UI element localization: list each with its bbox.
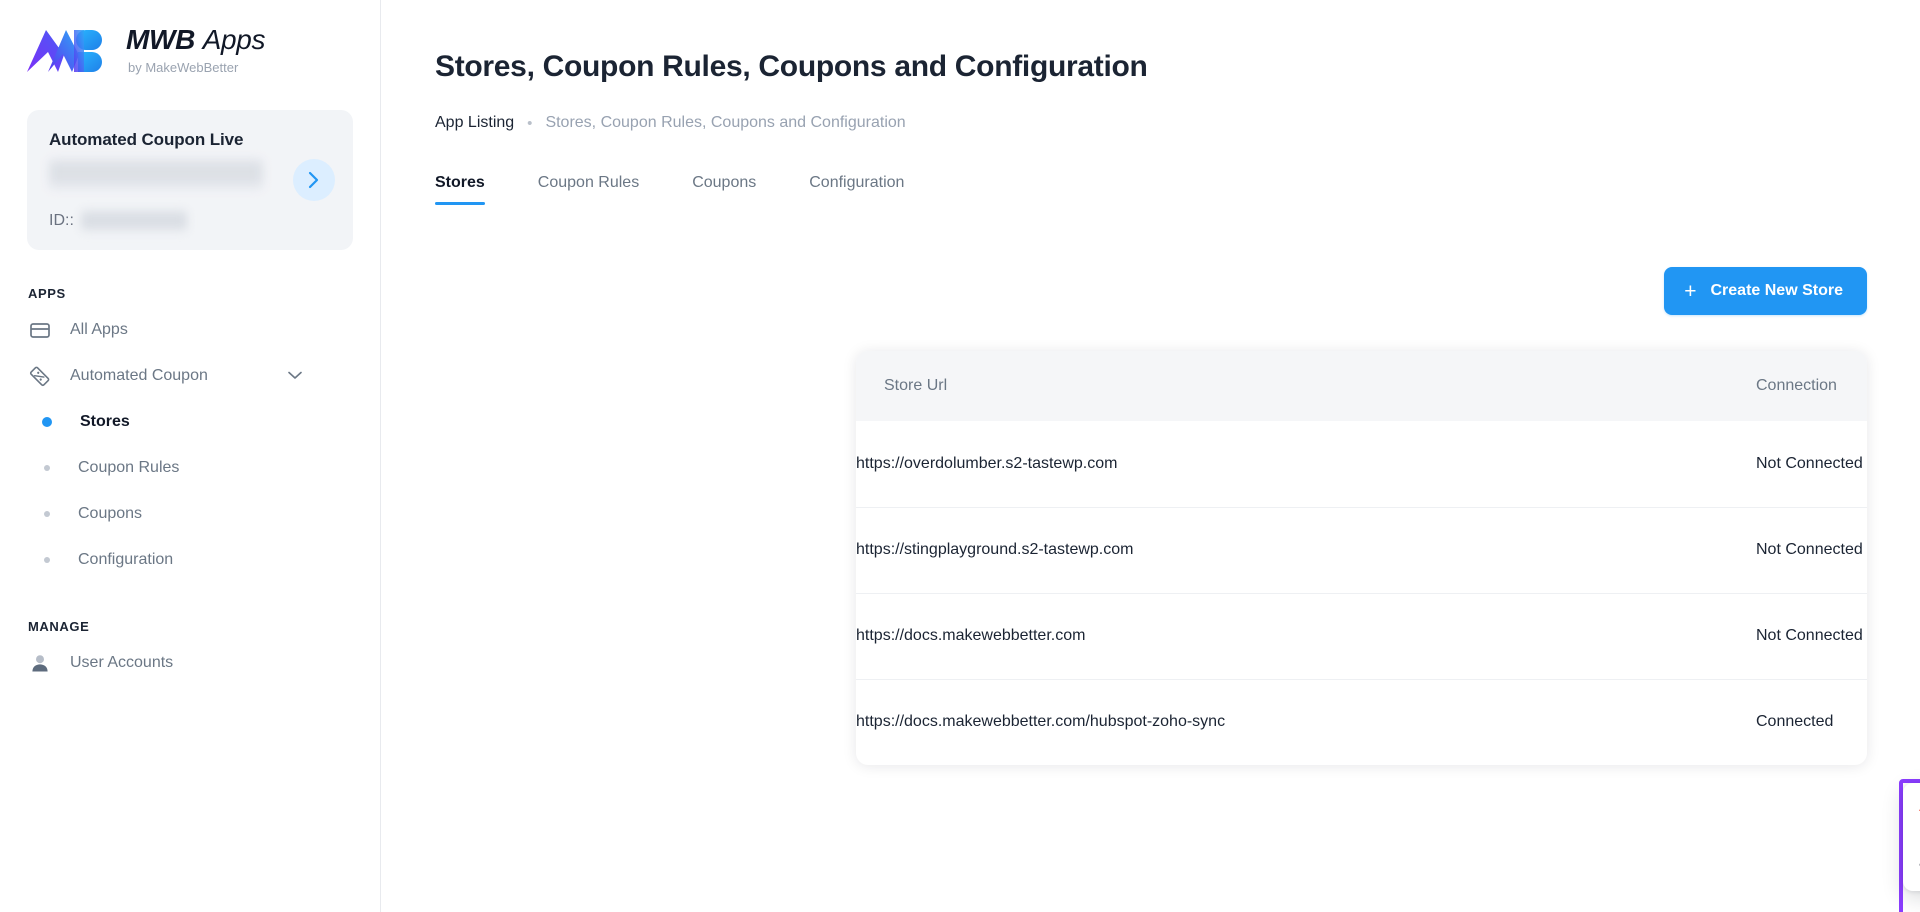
sidebar-item-coupon-rules[interactable]: Coupon Rules (0, 445, 380, 491)
sidebar-item-automated-coupon[interactable]: Automated Coupon (0, 353, 380, 399)
sidebar-item-all-apps-label: All Apps (70, 321, 128, 338)
account-switch-button[interactable] (293, 159, 335, 201)
breadcrumb-separator: • (527, 114, 533, 132)
credit-card-icon (28, 318, 52, 342)
sidebar-item-configuration[interactable]: Configuration (0, 537, 380, 583)
sidebar-item-automated-coupon-label: Automated Coupon (70, 367, 208, 384)
tab-stores[interactable]: Stores (435, 174, 485, 205)
cell-store-url: https://docs.makewebbetter.com/hubspot-z… (856, 713, 1226, 731)
brand-text: MWB Apps by MakeWebBetter (126, 26, 265, 75)
account-id-row: ID:: (49, 210, 187, 232)
cell-store-url: https://docs.makewebbetter.com (856, 593, 1756, 680)
brand-subtitle: by MakeWebBetter (128, 60, 239, 75)
dropdown-item-disconnect[interactable]: Disconnect (1903, 793, 1920, 836)
account-id-redacted (80, 210, 187, 232)
account-name: Automated Coupon Live (49, 130, 244, 149)
user-icon (28, 651, 52, 675)
brand-title-light: Apps (202, 24, 266, 55)
sidebar-item-configuration-label: Configuration (78, 551, 174, 568)
table-row[interactable]: https://docs.makewebbetter.com Not Conne… (856, 593, 1867, 680)
brand-title-bold: MWB (126, 24, 196, 55)
account-email-redacted (49, 159, 263, 189)
coupon-tag-icon (28, 364, 52, 388)
mwb-logo-icon (24, 22, 112, 78)
cell-store-url: https://stingplayground.s2-tastewp.com (856, 507, 1756, 594)
chevron-down-icon[interactable] (288, 367, 302, 385)
table-head: Store Url Connection Action (856, 351, 1867, 421)
account-card[interactable]: Automated Coupon Live ID:: (27, 110, 353, 250)
cell-connection-status: Connected (1756, 713, 1834, 731)
bullet-icon (44, 557, 50, 563)
create-new-store-label: Create New Store (1710, 282, 1844, 299)
table-row[interactable]: https://docs.makewebbetter.com/hubspot-z… (856, 679, 1867, 765)
breadcrumb: App Listing • Stores, Coupon Rules, Coup… (435, 114, 1920, 132)
sidebar-item-coupons-label: Coupons (78, 505, 143, 522)
sidebar-item-user-accounts-label: User Accounts (70, 654, 174, 671)
create-new-store-button[interactable]: + Create New Store (1664, 267, 1867, 315)
cell-store-url: https://overdolumber.s2-tastewp.com (856, 421, 1756, 508)
table-header-row: Store Url Connection Action (856, 351, 1867, 421)
bullet-icon (44, 511, 50, 517)
breadcrumb-current: Stores, Coupon Rules, Coupons and Config… (545, 114, 906, 131)
tab-configuration[interactable]: Configuration (809, 174, 904, 205)
stores-table-card: Store Url Connection Action https://over… (856, 351, 1867, 765)
app-root: MWB Apps by MakeWebBetter Automated Coup… (0, 0, 1920, 912)
sidebar-item-all-apps[interactable]: All Apps (0, 307, 380, 353)
table-row[interactable]: https://stingplayground.s2-tastewp.com N… (856, 507, 1867, 594)
tab-coupons[interactable]: Coupons (692, 174, 756, 205)
dropdown-item-edit[interactable]: Edit (1903, 836, 1920, 879)
table-body: https://overdolumber.s2-tastewp.com Not … (856, 421, 1867, 765)
sidebar-item-coupons[interactable]: Coupons (0, 491, 380, 537)
brand-logo[interactable]: MWB Apps by MakeWebBetter (0, 0, 380, 78)
sidebar-item-stores[interactable]: Stores (0, 399, 380, 445)
page-title: Stores, Coupon Rules, Coupons and Config… (435, 50, 1148, 83)
cell-connection-status: Not Connected (1756, 593, 1867, 680)
table-row[interactable]: https://overdolumber.s2-tastewp.com Not … (856, 421, 1867, 508)
sidebar-section-manage: MANAGE (28, 619, 90, 634)
plus-icon: + (1684, 279, 1697, 303)
row-action-dropdown: Disconnect Edit (1903, 783, 1920, 891)
cell-connection-status: Not Connected (1756, 507, 1867, 594)
sidebar: MWB Apps by MakeWebBetter Automated Coup… (0, 0, 381, 912)
column-header-connection: Connection (1756, 351, 1867, 421)
column-header-store-url: Store Url (856, 351, 1756, 421)
sidebar-section-apps: APPS (28, 286, 66, 301)
account-id-label: ID:: (49, 212, 74, 229)
sidebar-item-user-accounts[interactable]: User Accounts (0, 640, 380, 686)
cell-connection-status: Not Connected (1756, 421, 1867, 508)
action-bar: + Create New Store (381, 267, 1920, 315)
tab-coupon-rules[interactable]: Coupon Rules (538, 174, 639, 205)
sidebar-item-coupon-rules-label: Coupon Rules (78, 459, 180, 476)
brand-title: MWB Apps (126, 26, 265, 54)
chevron-right-icon (308, 171, 320, 189)
bullet-icon (42, 417, 52, 427)
sidebar-item-stores-label: Stores (80, 413, 130, 430)
bullet-icon (44, 465, 50, 471)
stores-table: Store Url Connection Action https://over… (856, 351, 1867, 765)
tab-bar: Stores Coupon Rules Coupons Configuratio… (435, 174, 1920, 205)
main-content: Stores, Coupon Rules, Coupons and Config… (381, 0, 1920, 912)
breadcrumb-root[interactable]: App Listing (435, 114, 514, 132)
